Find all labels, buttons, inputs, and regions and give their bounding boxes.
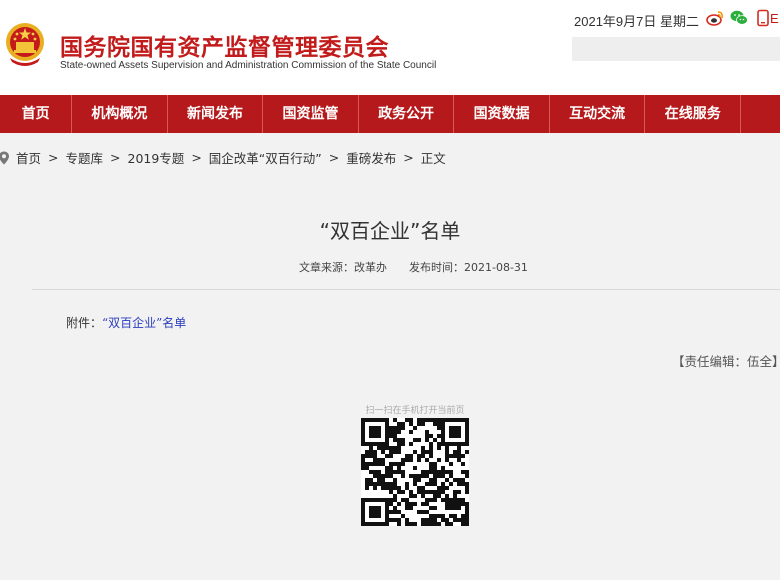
breadcrumb-key-release[interactable]: 重磅发布 bbox=[346, 148, 396, 167]
site-title-en: State-owned Assets Supervision and Admin… bbox=[60, 60, 437, 71]
site-title-cn[interactable]: 国务院国有资产监督管理委员会 bbox=[60, 28, 389, 62]
nav-government-affairs[interactable]: 政务公开 bbox=[359, 95, 455, 133]
national-emblem-icon bbox=[6, 23, 44, 66]
weibo-icon[interactable] bbox=[706, 9, 724, 27]
attachment-prefix: 附件： bbox=[66, 316, 103, 330]
main-nav: 首页 机构概况 新闻发布 国资监管 政务公开 国资数据 互动交流 在线服务 bbox=[0, 95, 780, 133]
nav-news-release[interactable]: 新闻发布 bbox=[168, 95, 264, 133]
attachment-link[interactable]: “双百企业”名单 bbox=[102, 316, 186, 330]
article-publish-time: 发布时间：2021-08-31 bbox=[409, 261, 528, 274]
nav-interaction[interactable]: 互动交流 bbox=[550, 95, 646, 133]
qr-caption: 扫一扫在手机打开当前页 bbox=[365, 406, 465, 416]
breadcrumb-separator: > bbox=[328, 150, 340, 165]
nav-online-service[interactable]: 在线服务 bbox=[645, 95, 741, 133]
article-meta: 文章来源：改革办 发布时间：2021-08-31 bbox=[299, 259, 550, 275]
breadcrumb-home[interactable]: 首页 bbox=[16, 148, 41, 167]
breadcrumb-soe-reform[interactable]: 国企改革“双百行动” bbox=[209, 148, 322, 167]
breadcrumb-separator: > bbox=[191, 150, 202, 165]
article-source: 文章来源：改革办 bbox=[299, 261, 387, 274]
location-pin-icon bbox=[0, 151, 9, 164]
nav-more[interactable] bbox=[741, 95, 780, 133]
breadcrumb-current: 正文 bbox=[420, 151, 446, 166]
responsible-editor: 【责任编辑：伍全】 bbox=[672, 354, 780, 369]
wechat-icon[interactable] bbox=[730, 9, 748, 27]
site-header: 国务院国有资产监督管理委员会 State-owned Assets Superv… bbox=[0, 0, 780, 95]
search-input[interactable] bbox=[572, 37, 780, 61]
english-link[interactable]: E bbox=[770, 11, 779, 26]
current-date: 2021年9月7日 星期二 bbox=[574, 14, 699, 29]
nav-asset-data[interactable]: 国资数据 bbox=[454, 95, 550, 133]
breadcrumb-topic-library[interactable]: 专题库 bbox=[66, 148, 104, 167]
article-title: “双百企业”名单 bbox=[319, 219, 461, 243]
breadcrumb-separator: > bbox=[110, 150, 121, 165]
nav-home[interactable]: 首页 bbox=[0, 95, 73, 133]
breadcrumb-2019-topics[interactable]: 2019专题 bbox=[128, 148, 185, 167]
attachment-line: 附件：“双百企业”名单 bbox=[66, 314, 186, 331]
qr-code-icon bbox=[361, 418, 469, 526]
nav-institution-overview[interactable]: 机构概况 bbox=[72, 95, 168, 133]
breadcrumb-separator: > bbox=[403, 150, 414, 165]
nav-asset-supervision[interactable]: 国资监管 bbox=[263, 95, 359, 133]
breadcrumb: 首页 > 专题库 > 2019专题 > 国企改革“双百行动” > 重磅发布 > … bbox=[0, 148, 446, 167]
title-divider bbox=[32, 289, 780, 290]
breadcrumb-separator: > bbox=[48, 150, 59, 165]
